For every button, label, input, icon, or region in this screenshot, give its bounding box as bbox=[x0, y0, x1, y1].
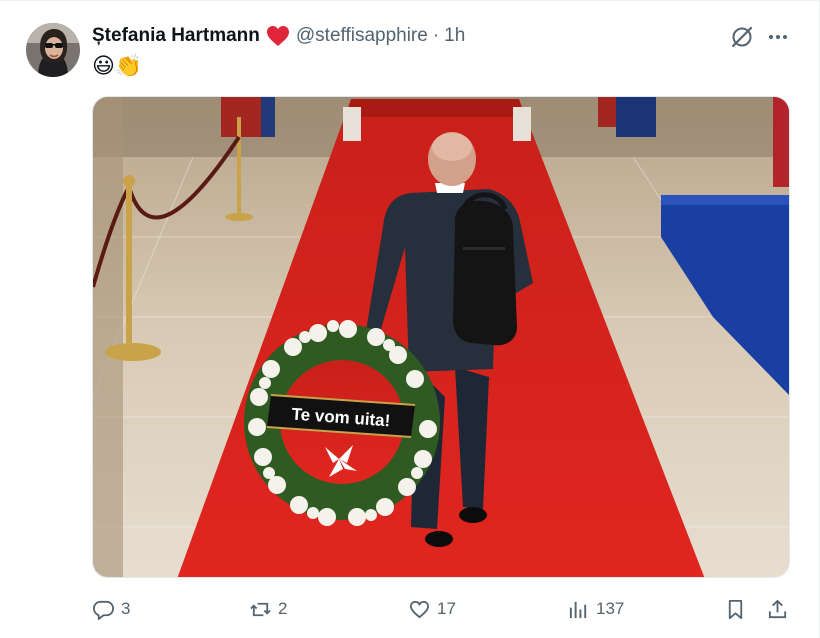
repost-count: 2 bbox=[278, 599, 288, 618]
red-heart-icon bbox=[266, 25, 290, 47]
reply-count: 3 bbox=[121, 599, 131, 618]
like-button[interactable]: 17 bbox=[408, 594, 456, 624]
repost-button[interactable]: 2 bbox=[249, 594, 287, 624]
tweet-time[interactable]: 1h bbox=[444, 25, 465, 47]
bookmark-button[interactable] bbox=[724, 594, 747, 624]
tweet-image[interactable]: Te vom uita! bbox=[92, 96, 790, 578]
reply-button[interactable]: 3 bbox=[92, 594, 130, 624]
share-icon bbox=[766, 598, 789, 621]
grok-icon[interactable] bbox=[729, 24, 755, 50]
avatar[interactable] bbox=[26, 23, 80, 77]
tweet-text: 😃👏 bbox=[92, 53, 143, 78]
more-icon[interactable] bbox=[765, 24, 791, 50]
author-handle[interactable]: @steffisapphire bbox=[296, 25, 428, 47]
views-button[interactable]: 137 bbox=[567, 594, 624, 624]
views-count: 137 bbox=[596, 599, 625, 618]
share-button[interactable] bbox=[766, 594, 789, 624]
bookmark-icon bbox=[724, 598, 747, 621]
tweet-header: Ștefania Hartmann @steffisapphire · 1h bbox=[92, 24, 465, 48]
views-icon bbox=[567, 598, 590, 621]
top-divider bbox=[0, 0, 820, 1]
like-count: 17 bbox=[437, 599, 456, 618]
separator-dot: · bbox=[432, 25, 440, 46]
tweet-actions: 3 2 17 137 bbox=[0, 594, 820, 624]
like-icon bbox=[408, 598, 431, 621]
repost-icon bbox=[249, 598, 272, 621]
reply-icon bbox=[92, 598, 115, 621]
author-name[interactable]: Ștefania Hartmann bbox=[92, 25, 260, 47]
